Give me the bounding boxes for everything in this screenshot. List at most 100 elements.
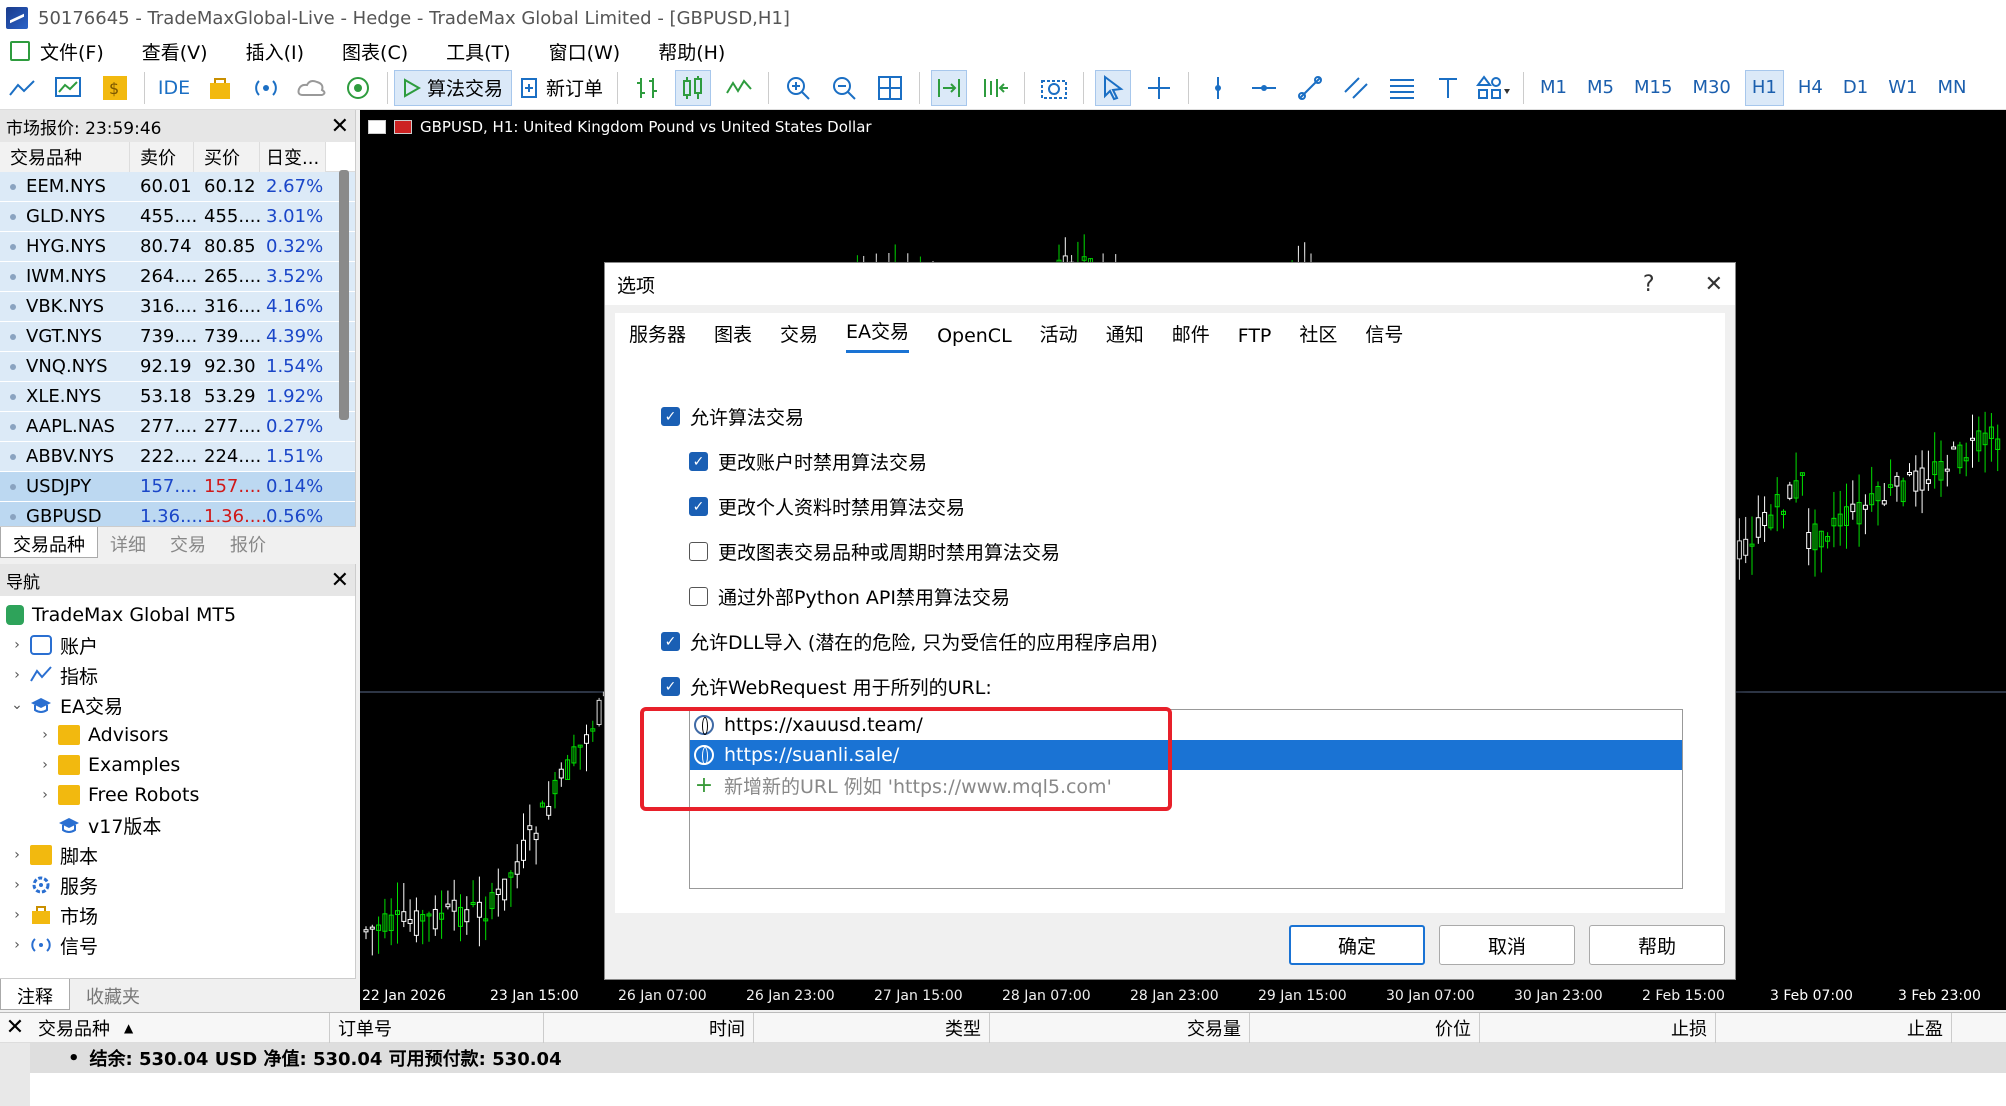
tab-symbols[interactable]: 交易品种 [0, 527, 98, 558]
market-watch-row[interactable]: IWM.NYS 264.... 265.... 3.52% [0, 262, 355, 292]
tab-trading[interactable]: 交易 [158, 527, 218, 558]
nav-market[interactable]: › 市场 [0, 900, 355, 930]
timeframe-w1[interactable]: W1 [1882, 70, 1923, 106]
market-watch-row[interactable]: GLD.NYS 455.... 455.... 3.01% [0, 202, 355, 232]
market-watch-row[interactable]: ABBV.NYS 222.... 224.... 1.51% [0, 442, 355, 472]
timeframe-d1[interactable]: D1 [1837, 70, 1874, 106]
autoscroll-icon[interactable] [931, 69, 968, 106]
chevron-right-icon[interactable]: › [38, 787, 52, 803]
chevron-right-icon[interactable]: › [38, 727, 52, 743]
zoom-out-icon[interactable] [826, 70, 862, 106]
tab-charts[interactable]: 图表 [714, 320, 752, 353]
nav-accounts[interactable]: › 账户 [0, 630, 355, 660]
tab-favorites[interactable]: 收藏夹 [70, 979, 156, 1010]
bar-chart-icon[interactable] [629, 70, 665, 106]
line-chart-icon[interactable] [5, 70, 41, 106]
column-ticket[interactable]: 订单号 [330, 1012, 544, 1043]
market-bag-icon[interactable] [202, 70, 238, 106]
market-watch-row[interactable]: VNQ.NYS 92.19 92.30 1.54% [0, 352, 355, 382]
ok-button[interactable]: 确定 [1289, 925, 1425, 965]
cursor-icon[interactable] [1095, 69, 1132, 106]
market-watch-row[interactable]: USDJPY 157.... 157.... 0.14% [0, 472, 355, 502]
chevron-down-icon[interactable]: ⌄ [10, 697, 24, 713]
checkbox-checked[interactable]: ✓ [689, 452, 708, 471]
nav-indicators[interactable]: › 指标 [0, 660, 355, 690]
tab-details[interactable]: 详细 [98, 527, 158, 558]
timeframe-h1[interactable]: H1 [1744, 69, 1784, 106]
fibonacci-icon[interactable] [1384, 70, 1420, 106]
chevron-right-icon[interactable]: › [10, 637, 24, 653]
checkbox-unchecked[interactable] [689, 542, 708, 561]
cancel-button[interactable]: 取消 [1439, 925, 1575, 965]
shapes-icon[interactable] [1476, 70, 1512, 106]
vps-icon[interactable] [340, 70, 376, 106]
column-symbol[interactable]: 交易品种 ▲ [30, 1012, 330, 1043]
nav-free-robots-folder[interactable]: › Free Robots [0, 780, 355, 810]
chevron-right-icon[interactable]: › [10, 877, 24, 893]
tab-opencl[interactable]: OpenCL [937, 325, 1012, 353]
option-disable-via-python-api[interactable]: 通过外部Python API禁用算法交易 [689, 583, 1010, 610]
nav-examples-folder[interactable]: › Examples [0, 750, 355, 780]
market-watch-row[interactable]: AAPL.NAS 277.... 277.... 0.27% [0, 412, 355, 442]
algo-trading-button[interactable]: 算法交易 [394, 69, 513, 106]
option-disable-on-profile-change[interactable]: ✓ 更改个人资料时禁用算法交易 [689, 493, 965, 520]
menu-view[interactable]: 查看(V) [142, 38, 208, 65]
text-tool-icon[interactable] [1430, 70, 1466, 106]
close-icon[interactable]: ✕ [1705, 272, 1723, 297]
timeframe-m1[interactable]: M1 [1534, 70, 1573, 106]
tab-notifications[interactable]: 通知 [1106, 320, 1144, 353]
chevron-right-icon[interactable]: › [38, 757, 52, 773]
one-click-trading-icon[interactable] [394, 120, 412, 134]
chart-shift-icon[interactable] [977, 70, 1013, 106]
column-daily-change[interactable]: 日变... [260, 141, 326, 172]
nav-signals[interactable]: › 信号 [0, 930, 355, 960]
chevron-right-icon[interactable]: › [10, 847, 24, 863]
dollar-icon[interactable]: $ [97, 70, 133, 106]
checkbox-checked[interactable]: ✓ [661, 632, 680, 651]
menu-chart-icon[interactable] [10, 41, 30, 61]
tab-expert-advisors[interactable]: EA交易 [846, 317, 910, 353]
timeframe-m15[interactable]: M15 [1628, 70, 1678, 106]
tab-ticks[interactable]: 报价 [218, 527, 278, 558]
nav-services[interactable]: › 服务 [0, 870, 355, 900]
tab-events[interactable]: 活动 [1040, 320, 1078, 353]
market-watch-row[interactable]: XLE.NYS 53.18 53.29 1.92% [0, 382, 355, 412]
nav-advisors-folder[interactable]: › Advisors [0, 720, 355, 750]
checkbox-checked[interactable]: ✓ [661, 677, 680, 696]
timeframe-m30[interactable]: M30 [1686, 70, 1736, 106]
market-watch-row[interactable]: HYG.NYS 80.74 80.85 0.32% [0, 232, 355, 262]
column-take-profit[interactable]: 止盈 [1716, 1012, 1952, 1043]
vertical-line-icon[interactable] [1200, 70, 1236, 106]
screenshot-icon[interactable] [1036, 70, 1072, 106]
option-disable-on-symbol-change[interactable]: 更改图表交易品种或周期时禁用算法交易 [689, 538, 1060, 565]
column-bid[interactable]: 卖价 [130, 141, 194, 172]
option-allow-dll-imports[interactable]: ✓ 允许DLL导入 (潜在的危险, 只为受信任的应用程序启用) [661, 628, 1158, 655]
option-allow-algo-trading[interactable]: ✓ 允许算法交易 [661, 403, 804, 430]
tab-server[interactable]: 服务器 [629, 320, 686, 353]
menu-help[interactable]: 帮助(H) [658, 38, 725, 65]
close-icon[interactable]: ✕ [331, 114, 349, 139]
chevron-right-icon[interactable]: › [10, 907, 24, 923]
timeframe-m5[interactable]: M5 [1581, 70, 1620, 106]
trendline-icon[interactable] [1292, 70, 1328, 106]
tab-signals[interactable]: 信号 [1365, 320, 1403, 353]
column-price[interactable]: 价位 [1250, 1012, 1480, 1043]
zoom-in-icon[interactable] [780, 70, 816, 106]
new-order-button[interactable]: 新订单 [512, 70, 611, 106]
line-mode-icon[interactable] [721, 70, 757, 106]
cloud-icon[interactable] [294, 70, 330, 106]
option-disable-on-account-change[interactable]: ✓ 更改账户时禁用算法交易 [689, 448, 927, 475]
ide-button[interactable]: IDE [156, 70, 192, 106]
nav-root[interactable]: TradeMax Global MT5 [0, 600, 355, 630]
menu-window[interactable]: 窗口(W) [549, 38, 621, 65]
menu-file[interactable]: 文件(F) [40, 38, 104, 65]
column-symbol[interactable]: 交易品种 [0, 141, 130, 172]
chart-template-icon[interactable] [51, 70, 87, 106]
market-watch-row[interactable]: VBK.NYS 316.... 316.... 4.16% [0, 292, 355, 322]
tab-community[interactable]: 社区 [1299, 320, 1337, 353]
signals-icon[interactable] [248, 70, 284, 106]
menu-charts[interactable]: 图表(C) [342, 38, 408, 65]
chevron-right-icon[interactable]: › [10, 937, 24, 953]
close-icon[interactable]: ✕ [331, 568, 349, 593]
help-button[interactable]: 帮助 [1589, 925, 1725, 965]
